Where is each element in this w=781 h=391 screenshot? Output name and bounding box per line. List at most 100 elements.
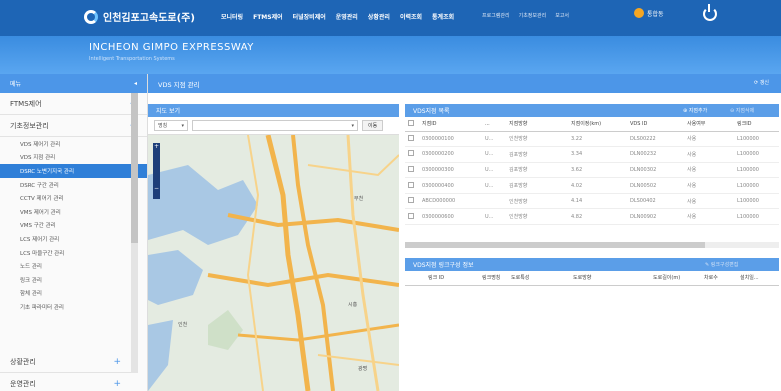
table-header-row: 링크 ID 링크명칭 도로특성 도로방향 도로길이(m) 차로수 설치일... — [405, 271, 779, 286]
col-header[interactable]: 설치일... — [737, 271, 779, 286]
col-header[interactable]: 지점ID — [419, 117, 482, 132]
table-cell: U... — [482, 162, 506, 179]
table-cell: 사용 — [684, 146, 734, 163]
checkbox[interactable] — [408, 134, 414, 141]
sidebar-item[interactable]: VMS 구간 관리 — [0, 219, 147, 233]
map-label: 광명 — [358, 366, 368, 372]
nav-history[interactable]: 이력조회 — [400, 12, 422, 21]
row-select[interactable] — [405, 162, 419, 179]
top-bar: 인천김포고속도로(주) 모니터링 FTMS제어 터널장비제어 운영관리 상황관리… — [0, 0, 781, 36]
table-row[interactable]: 0300000300 U... 김포방향 3.62 DLN00302 사용 L100000 — [405, 162, 779, 179]
row-select[interactable] — [405, 193, 419, 210]
map-zoom-control[interactable]: + − — [153, 143, 160, 199]
nav-situation[interactable]: 상황관리 — [368, 12, 390, 21]
add-point-button[interactable]: ⊕ 지점추가 — [683, 107, 707, 114]
checkbox[interactable] — [408, 119, 414, 126]
nav-report[interactable]: 보고서 — [555, 12, 569, 19]
sidebar-item[interactable]: 기초 파라미터 관리 — [0, 300, 147, 314]
table-cell: U... — [482, 208, 506, 226]
sidebar-item[interactable]: LCS 제어기 관리 — [0, 232, 147, 246]
col-header[interactable]: 도로특성 — [508, 271, 570, 286]
sidebar-scrollbar[interactable] — [131, 93, 138, 373]
nav-monitoring[interactable]: 모니터링 — [221, 12, 243, 21]
map-label: 인천 — [178, 322, 188, 328]
row-select[interactable] — [405, 177, 419, 194]
checkbox[interactable] — [408, 181, 414, 188]
refresh-button[interactable]: ⟳ 갱신 — [754, 79, 769, 86]
table-row[interactable]: 0300000200 U... 김포방향 3.34 DLN00232 사용 L100000 — [405, 146, 779, 163]
sidebar-item[interactable]: 링크 관리 — [0, 273, 147, 287]
nav-base-info[interactable]: 기초정보관리 — [519, 12, 547, 19]
select-all-header[interactable] — [405, 117, 419, 132]
col-header[interactable]: 도로길이(m) — [650, 271, 701, 286]
checkbox[interactable] — [408, 150, 414, 157]
row-select[interactable] — [405, 146, 419, 163]
collapse-icon[interactable]: ◂ — [134, 80, 137, 87]
table-cell: 김포방향 — [506, 162, 568, 179]
sidebar-item[interactable]: VDS 제어기 관리 — [0, 137, 147, 151]
col-header[interactable]: 링크명칭 — [479, 271, 508, 286]
move-button[interactable]: 이동 — [362, 120, 384, 131]
map-panel-header: 지도 보기 — [148, 104, 399, 117]
checkbox[interactable] — [408, 212, 414, 219]
zoom-slider[interactable] — [153, 150, 160, 185]
col-header[interactable]: 도로방향 — [570, 271, 650, 286]
checkbox[interactable] — [408, 197, 414, 204]
sidebar-section-base-info[interactable]: 기초정보관리 − — [0, 115, 147, 137]
sidebar-section-ftms[interactable]: FTMS제어 + — [0, 93, 147, 115]
col-header[interactable]: 링크ID — [734, 117, 779, 132]
table-row[interactable]: 0300000400 U... 김포방향 4.02 DLN00502 사용 L100000 — [405, 177, 779, 194]
table-cell: DLS00402 — [627, 193, 684, 210]
map-canvas[interactable] — [148, 135, 399, 391]
refresh-label: 갱신 — [759, 80, 769, 86]
row-select[interactable] — [405, 131, 419, 148]
sidebar-item[interactable]: 함체 관리 — [0, 287, 147, 301]
scrollbar-thumb[interactable] — [131, 93, 138, 243]
sidebar-item[interactable]: CCTV 제어기 관리 — [0, 191, 147, 205]
expand-icon[interactable]: + — [113, 357, 121, 367]
table-row[interactable]: ABCD000000 인천방향 4.14 DLS00402 사용 L100000 — [405, 193, 779, 210]
col-header[interactable]: 지점이정(km) — [568, 117, 627, 132]
sidebar-item[interactable]: 노드 관리 — [0, 259, 147, 273]
user-info[interactable]: 통합동 — [634, 8, 664, 18]
delete-point-button[interactable]: ⊖ 지점삭제 — [730, 107, 754, 114]
scrollbar-thumb[interactable] — [405, 242, 705, 248]
table-cell: 0300000600 — [419, 208, 482, 226]
table-cell: 사용 — [684, 177, 734, 194]
sidebar-item[interactable]: VDS 지점 관리 — [0, 151, 147, 165]
zoom-out-button[interactable]: − — [153, 185, 160, 192]
map-filter-bar: 명칭 ▾ ▾ 이동 — [148, 117, 399, 135]
nav-operation[interactable]: 운영관리 — [336, 12, 358, 21]
col-header[interactable]: 지점방향 — [506, 117, 568, 132]
nav-program[interactable]: 프로그램관리 — [482, 12, 510, 19]
nav-statistics[interactable]: 통계조회 — [432, 12, 454, 21]
company-logo[interactable]: 인천김포고속도로(주) — [84, 9, 195, 24]
nav-tunnel[interactable]: 터널장비제어 — [293, 12, 326, 21]
table-row[interactable]: 0300000100 U... 인천방향 3.22 DLS00222 사용 L100000 — [405, 131, 779, 148]
table-row[interactable]: 0300000600 U... 인천방향 4.82 DLN00902 사용 L100000 — [405, 208, 779, 226]
sidebar-item[interactable]: DSRC 노변기지국 관리 — [0, 164, 147, 178]
vds-list-panel: VDS지점 목록 ⊕ 지점추가 ⊖ 지점삭제 지점ID ... 지점방향 지점이… — [405, 104, 779, 250]
col-header[interactable]: ... — [482, 117, 506, 132]
filter-type-select[interactable]: 명칭 ▾ — [154, 120, 188, 131]
col-header[interactable]: 링크 ID — [425, 271, 479, 286]
col-header[interactable]: VDS ID — [627, 117, 684, 132]
sidebar-section-operation[interactable]: 운영관리 + — [0, 373, 131, 391]
nav-ftms[interactable]: FTMS제어 — [253, 12, 283, 21]
map-view[interactable]: + − 인천 시흥 부천 광명 — [148, 135, 399, 391]
sidebar-section-situation[interactable]: 상황관리 + — [0, 351, 131, 373]
table-cell: 0300000200 — [419, 146, 482, 163]
sidebar-item[interactable]: DSRC 구간 관리 — [0, 178, 147, 192]
power-icon[interactable] — [703, 4, 717, 21]
horizontal-scrollbar[interactable] — [405, 242, 779, 248]
edit-link-button[interactable]: ✎ 링크구성편집 — [705, 261, 738, 268]
expand-icon[interactable]: + — [113, 379, 121, 389]
col-header[interactable]: 사용여부 — [684, 117, 734, 132]
col-header[interactable]: 차로수 — [701, 271, 737, 286]
zoom-in-button[interactable]: + — [153, 143, 160, 150]
sidebar-item[interactable]: LCS 마을구간 관리 — [0, 246, 147, 260]
sidebar-item[interactable]: VMS 제어기 관리 — [0, 205, 147, 219]
filter-value-select[interactable]: ▾ — [192, 120, 358, 131]
checkbox[interactable] — [408, 165, 414, 172]
row-select[interactable] — [405, 208, 419, 226]
